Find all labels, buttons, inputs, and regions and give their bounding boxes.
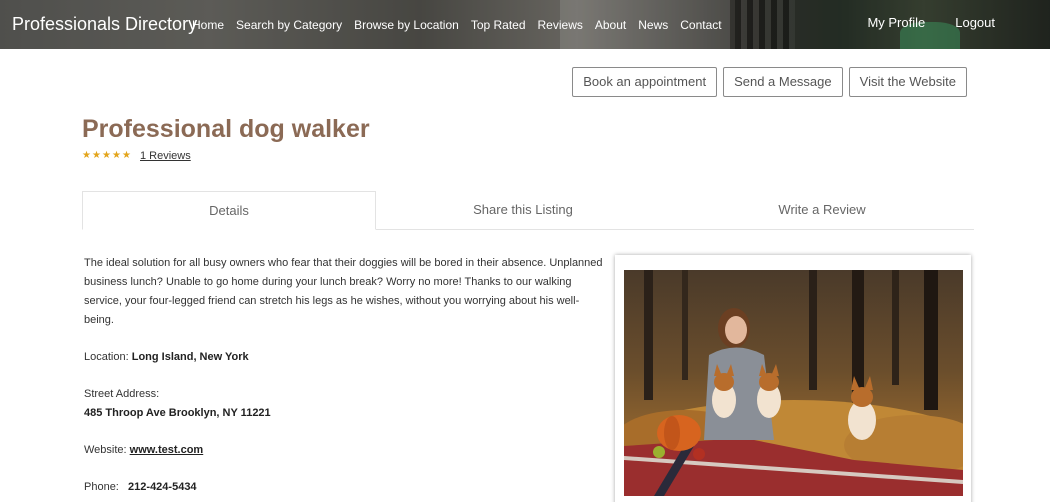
details-panel: The ideal solution for all busy owners w… — [84, 254, 604, 502]
phone-label: Phone: — [84, 481, 119, 493]
tab-share-listing[interactable]: Share this Listing — [376, 191, 670, 230]
visit-website-button[interactable]: Visit the Website — [848, 67, 967, 97]
listing-description: The ideal solution for all busy owners w… — [84, 257, 603, 326]
book-appointment-button[interactable]: Book an appointment — [572, 67, 718, 97]
star-icon: ★ — [112, 150, 121, 161]
my-profile-link[interactable]: My Profile — [867, 15, 925, 30]
listing-actions: Book an appointment Send a Message Visit… — [566, 67, 967, 97]
phone-row: Phone: 212-424-5434 — [84, 478, 604, 497]
website-link[interactable]: www.test.com — [130, 444, 204, 456]
star-icon: ★ — [122, 150, 131, 161]
location-row: Location: Long Island, New York — [84, 348, 604, 367]
logout-link[interactable]: Logout — [955, 15, 995, 30]
nav-news[interactable]: News — [638, 18, 668, 32]
street-address-value: 485 Throop Ave Brooklyn, NY 11221 — [84, 407, 271, 419]
listing-title: Professional dog walker — [82, 115, 370, 143]
nav-contact[interactable]: Contact — [680, 18, 721, 32]
listing-photo-card — [615, 255, 971, 502]
tab-write-review[interactable]: Write a Review — [670, 191, 974, 230]
nav-browse-by-location[interactable]: Browse by Location — [354, 18, 459, 32]
website-row: Website: www.test.com — [84, 441, 604, 460]
send-message-button[interactable]: Send a Message — [723, 67, 843, 97]
nav-about[interactable]: About — [595, 18, 626, 32]
star-icon: ★ — [92, 150, 101, 161]
phone-value: 212-424-5434 — [128, 481, 197, 493]
street-address-row: Street Address: 485 Throop Ave Brooklyn,… — [84, 385, 604, 423]
reviews-count-link[interactable]: 1 Reviews — [140, 150, 191, 162]
nav-reviews[interactable]: Reviews — [538, 18, 583, 32]
listing-photo — [624, 270, 963, 496]
star-icon: ★ — [82, 150, 91, 161]
site-brand-link[interactable]: Professionals Directory — [12, 14, 197, 35]
street-address-label: Street Address: — [84, 388, 160, 400]
nav-top-rated[interactable]: Top Rated — [471, 18, 526, 32]
user-nav: My Profile Logout — [837, 15, 995, 30]
listing-tabs: Details Share this Listing Write a Revie… — [82, 191, 974, 230]
listing-rating: ★ ★ ★ ★ ★ 1 Reviews — [82, 150, 191, 162]
star-icon: ★ — [102, 150, 111, 161]
tab-details[interactable]: Details — [82, 191, 376, 230]
location-label: Location: — [84, 351, 129, 363]
location-value: Long Island, New York — [131, 351, 249, 363]
header-background-texture — [735, 0, 795, 49]
nav-search-by-category[interactable]: Search by Category — [236, 18, 342, 32]
top-navigation-bar: Professionals Directory Home Search by C… — [0, 0, 1050, 49]
website-label: Website: — [84, 444, 127, 456]
star-rating: ★ ★ ★ ★ ★ — [82, 151, 132, 161]
nav-home[interactable]: Home — [192, 18, 224, 32]
main-nav: Home Search by Category Browse by Locati… — [192, 18, 734, 32]
